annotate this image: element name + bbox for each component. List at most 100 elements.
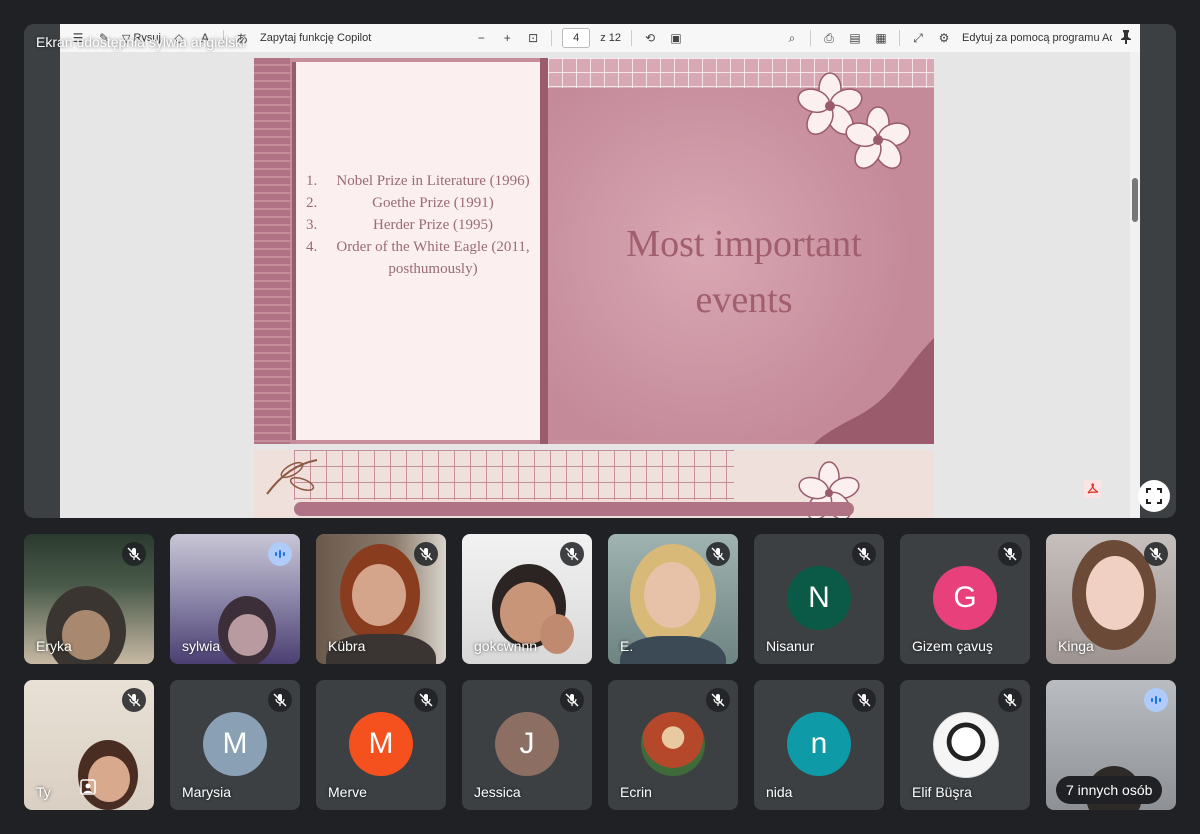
participant-tile[interactable]: J Jessica — [462, 680, 592, 810]
fit-page-icon[interactable]: ⊡ — [525, 30, 541, 46]
shared-screen-panel: Ekran udostępnia sylwia angielski ☰ ✎ ▽ … — [24, 24, 1176, 518]
mic-off-icon — [560, 542, 584, 566]
participant-tile[interactable]: Kübra — [316, 534, 446, 664]
mic-off-icon — [852, 688, 876, 712]
list-item-text: Herder Prize (1995) — [373, 217, 493, 233]
self-view-icon[interactable] — [80, 779, 96, 800]
avatar: M — [203, 712, 267, 776]
wave-decor — [814, 338, 934, 444]
avatar: n — [787, 712, 851, 776]
mic-off-icon — [268, 688, 292, 712]
avatar: N — [787, 566, 851, 630]
fullscreen-icon — [1146, 488, 1162, 504]
others-tile[interactable]: 7 innych osób — [1046, 680, 1176, 810]
participant-tile[interactable]: Eryka — [24, 534, 154, 664]
participant-name: Elif Büşra — [912, 784, 972, 800]
save-as-icon[interactable]: ▦ — [873, 30, 889, 46]
speaking-indicator-icon — [1144, 688, 1168, 712]
pdf-scroll-thumb[interactable] — [1132, 178, 1138, 222]
pin-icon[interactable] — [1120, 30, 1132, 47]
pdf-page-area: 1. Nobel Prize in Literature (1996) 2. Goe… — [60, 52, 1130, 518]
list-item-number: 4. — [306, 239, 318, 255]
participant-name: Gizem çavuş — [912, 638, 993, 654]
events-list: 1. Nobel Prize in Literature (1996) 2. Goe… — [306, 170, 530, 280]
expand-icon[interactable]: ⤢ — [910, 30, 926, 46]
participant-name: sylwia — [182, 638, 221, 654]
toolbar-divider — [631, 30, 632, 46]
slide-title: Most important events — [574, 216, 914, 328]
toolbar-divider — [810, 30, 811, 46]
mic-off-icon — [1144, 542, 1168, 566]
settings-icon[interactable]: ⚙ — [936, 30, 952, 46]
avatar-image — [641, 712, 705, 776]
participant-name: Ty — [36, 784, 51, 800]
save-icon[interactable]: ▤ — [847, 30, 863, 46]
mic-off-icon — [852, 542, 876, 566]
participant-tile[interactable]: n nida — [754, 680, 884, 810]
page-total: z 12 — [600, 32, 621, 44]
participant-tile[interactable]: sylwia — [170, 534, 300, 664]
fullscreen-button[interactable] — [1138, 480, 1170, 512]
participant-tile[interactable]: N Nisanur — [754, 534, 884, 664]
mic-off-icon — [706, 688, 730, 712]
list-item: 3. Herder Prize (1995) — [306, 214, 530, 236]
zoom-out-icon[interactable]: − — [473, 30, 489, 46]
others-count: 7 innych osób — [1056, 776, 1163, 804]
participant-tile[interactable]: G Gizem çavuş — [900, 534, 1030, 664]
toolbar-divider — [899, 30, 900, 46]
participant-tile[interactable]: Ecrin — [608, 680, 738, 810]
list-item: 4. Order of the White Eagle (2011, posthu… — [306, 236, 530, 280]
slide-grid-decor — [294, 450, 734, 500]
participant-tile[interactable]: Kinga — [1046, 534, 1176, 664]
flower-icon — [845, 106, 911, 169]
page-number-input[interactable]: 4 — [562, 28, 591, 48]
next-slide-preview — [254, 450, 934, 518]
slide-title-line: Most important — [626, 223, 862, 265]
avatar-image — [933, 712, 999, 778]
participant-tile[interactable]: M Marysia — [170, 680, 300, 810]
slide-grid-decor — [548, 58, 934, 88]
leaf-icon — [266, 459, 318, 495]
edit-in-acrobat-button[interactable]: Edytuj za pomocą programu Acrobat — [962, 32, 1112, 44]
list-item-number: 2. — [306, 195, 318, 211]
slide-divider — [540, 58, 548, 444]
slide-title-line: events — [695, 279, 793, 321]
list-item-text: Order of the White Eagle (2011, posthumo… — [336, 239, 530, 277]
search-icon[interactable]: ⌕ — [784, 30, 800, 46]
avatar: M — [349, 712, 413, 776]
pdf-scrollbar[interactable] — [1130, 52, 1140, 518]
page-view-icon[interactable]: ▣ — [668, 30, 684, 46]
participant-name: Ecrin — [620, 784, 652, 800]
participant-name: Eryka — [36, 638, 72, 654]
mic-off-icon — [706, 542, 730, 566]
participant-name: Kübra — [328, 638, 366, 654]
slide-decor-strip — [254, 58, 290, 444]
participant-name: E. — [620, 638, 634, 654]
slide-decor-bar — [294, 502, 854, 516]
participant-tile[interactable]: Elif Büşra — [900, 680, 1030, 810]
participant-name: Jessica — [474, 784, 521, 800]
acrobat-icon[interactable] — [1084, 480, 1102, 498]
participant-tile-self[interactable]: Ty — [24, 680, 154, 810]
toolbar-divider — [551, 30, 553, 46]
participant-tile[interactable]: M Merve — [316, 680, 446, 810]
participant-name: Marysia — [182, 784, 232, 800]
participant-name: Kinga — [1058, 638, 1094, 654]
participant-tile[interactable]: gokcwnnn — [462, 534, 592, 664]
participant-name: Nisanur — [766, 638, 815, 654]
list-item: 1. Nobel Prize in Literature (1996) — [306, 170, 530, 192]
slide-page: 1. Nobel Prize in Literature (1996) 2. Goe… — [254, 58, 934, 444]
mic-off-icon — [998, 542, 1022, 566]
participant-name: gokcwnnn — [474, 638, 538, 654]
rotate-icon[interactable]: ⟲ — [642, 30, 658, 46]
avatar: G — [933, 566, 997, 630]
avatar: J — [495, 712, 559, 776]
zoom-in-icon[interactable]: + — [499, 30, 515, 46]
copilot-button[interactable]: Zapytaj funkcję Copilot — [260, 32, 371, 44]
participant-tile[interactable]: E. — [608, 534, 738, 664]
print-icon[interactable]: ⎙ — [821, 30, 837, 46]
list-item: 2. Goethe Prize (1991) — [306, 192, 530, 214]
list-item-text: Goethe Prize (1991) — [372, 195, 494, 211]
pdf-viewer-window: ☰ ✎ ▽ Rysuj ◇ A あ Zapytaj funkcję Copilo… — [60, 24, 1140, 518]
mic-off-icon — [122, 688, 146, 712]
